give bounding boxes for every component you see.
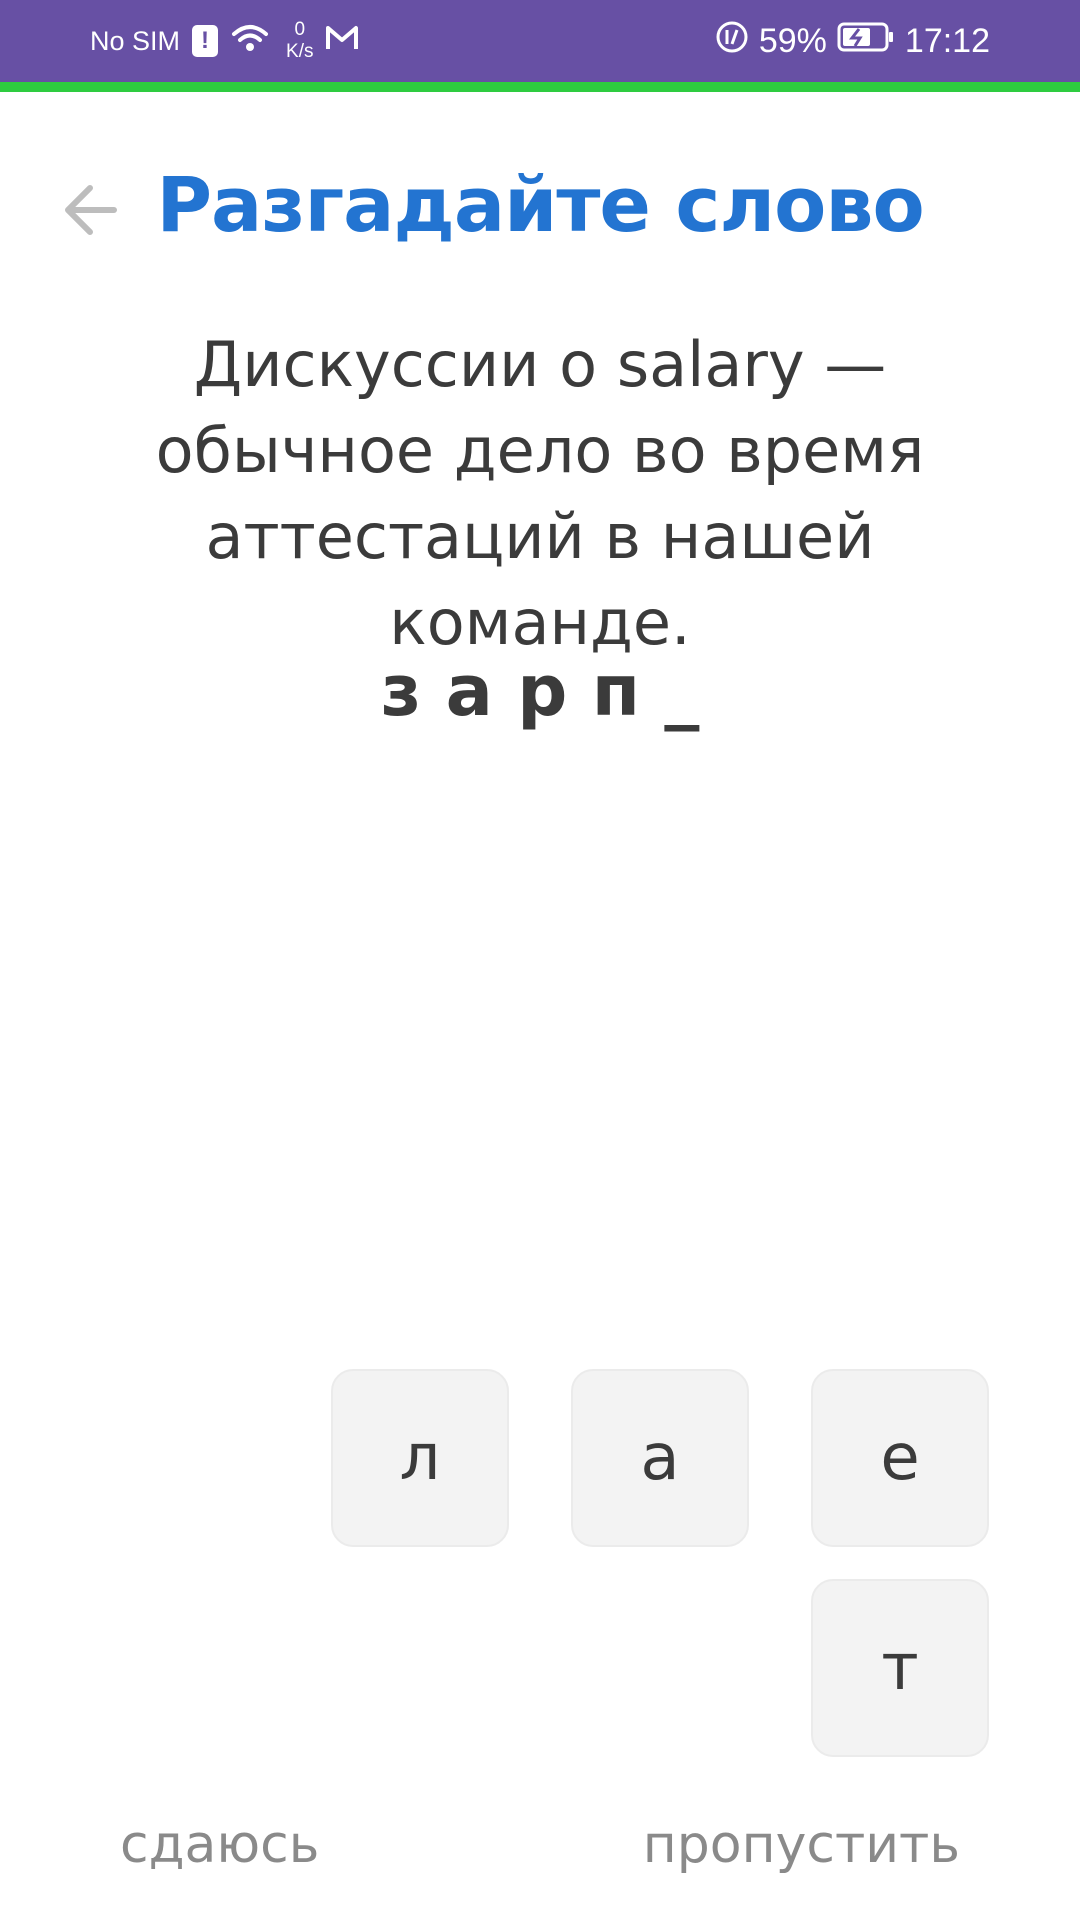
status-right: 59% 17:12 bbox=[715, 0, 990, 82]
gmail-icon bbox=[325, 24, 359, 59]
page-title: Разгадайте слово bbox=[156, 160, 924, 249]
give-up-button[interactable]: сдаюсь bbox=[120, 1815, 319, 1875]
letter-tile[interactable]: е bbox=[811, 1369, 989, 1547]
data-saver-icon bbox=[715, 20, 749, 63]
status-bar: No SIM ! 0 K/s 59% 17:12 bbox=[0, 0, 1080, 82]
quiz-sentence: Дискуссии о salary — обычное дело во вре… bbox=[155, 328, 925, 659]
status-left: No SIM ! 0 K/s bbox=[90, 0, 359, 82]
battery-charging-icon bbox=[837, 22, 895, 61]
skip-button[interactable]: пропустить bbox=[643, 1815, 960, 1875]
battery-percent: 59% bbox=[758, 21, 827, 60]
network-speed: 0 K/s bbox=[286, 19, 313, 63]
letter-tile[interactable]: л bbox=[331, 1369, 509, 1547]
letter-tile[interactable]: т bbox=[811, 1579, 989, 1757]
progress-bar bbox=[0, 82, 1080, 92]
speed-unit: K/s bbox=[286, 41, 314, 62]
wifi-icon bbox=[230, 22, 270, 61]
clock: 17:12 bbox=[904, 21, 990, 60]
sim-alert-icon: ! bbox=[192, 25, 219, 57]
carrier-label: No SIM bbox=[90, 25, 181, 56]
word-progress: з а р п _ bbox=[380, 650, 700, 732]
letter-tile[interactable]: а bbox=[571, 1369, 749, 1547]
speed-value: 0 bbox=[294, 19, 306, 40]
